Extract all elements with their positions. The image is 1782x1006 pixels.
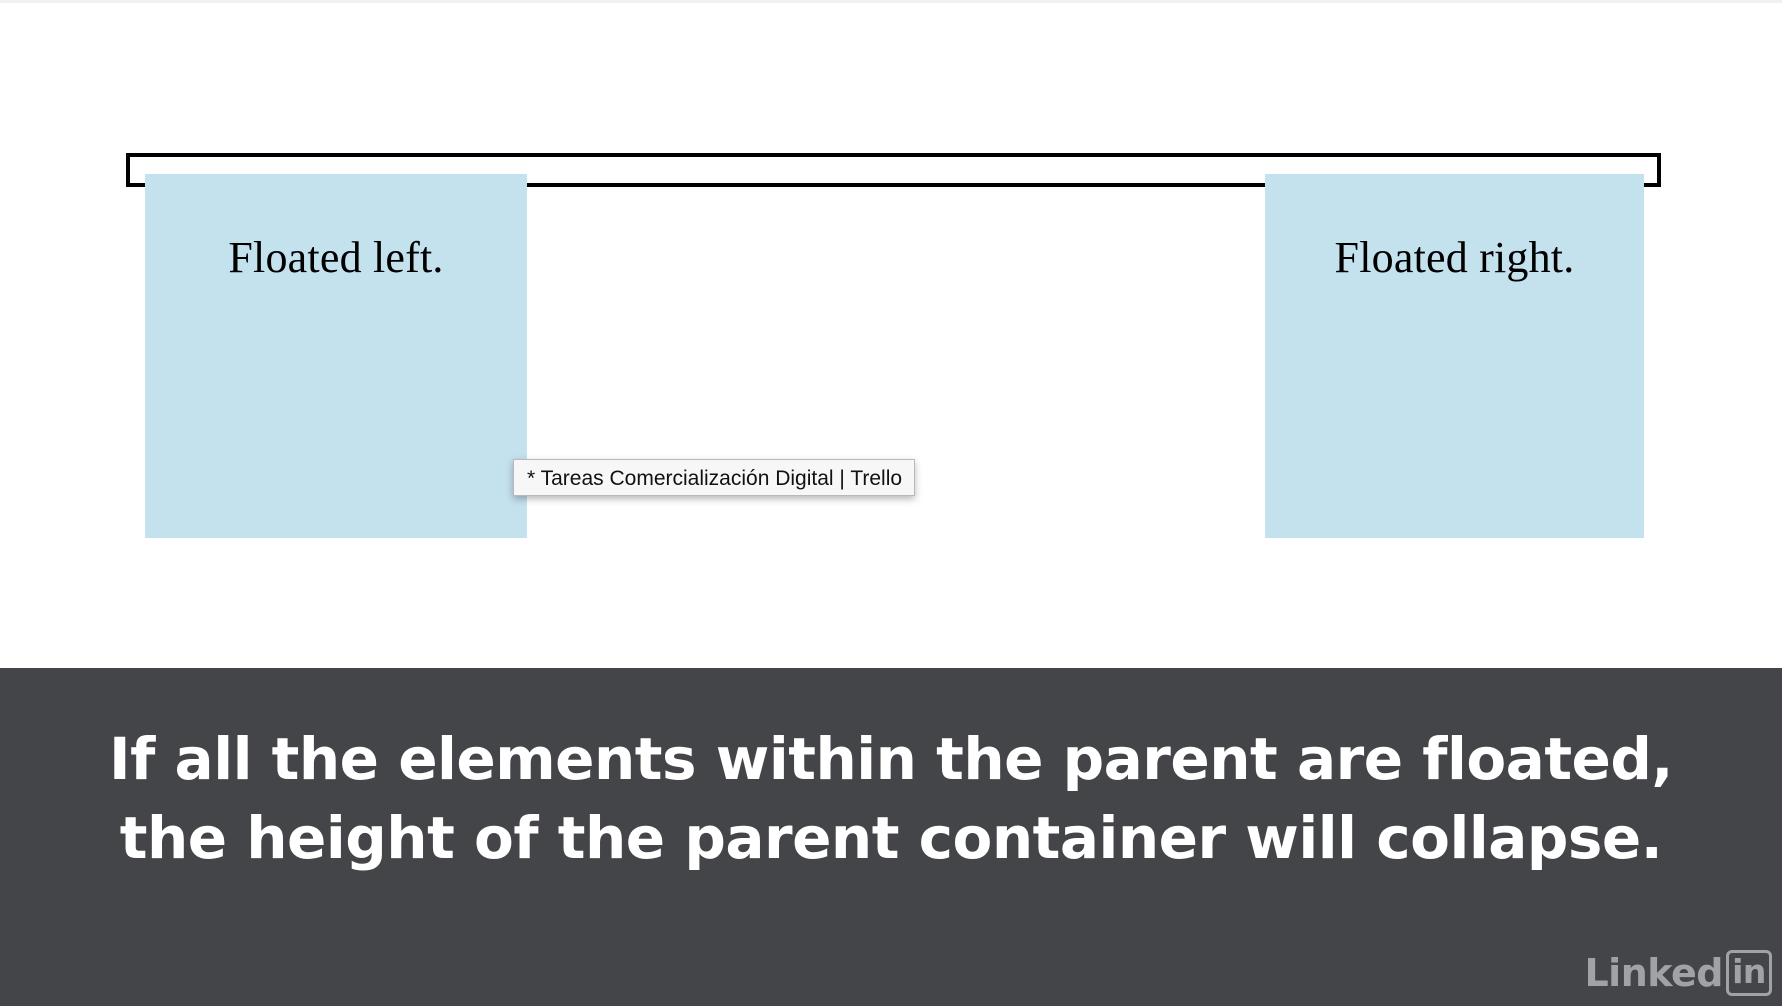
linkedin-in-icon: in (1726, 950, 1772, 996)
caption-line-1: If all the elements within the parent ar… (109, 725, 1673, 793)
linkedin-logo-text: Linked (1584, 951, 1723, 995)
caption-bar: If all the elements within the parent ar… (0, 668, 1782, 1006)
browser-tab-tooltip: * Tareas Comercialización Digital | Trel… (513, 459, 916, 496)
top-edge (0, 0, 1782, 3)
linkedin-logo: Linked in (1584, 950, 1772, 996)
video-frame: Floated left. Floated right. * Tareas Co… (0, 0, 1782, 1006)
caption-text: If all the elements within the parent ar… (0, 720, 1782, 878)
floated-right-label: Floated right. (1334, 233, 1575, 282)
caption-line-2: the height of the parent container will … (119, 804, 1663, 872)
floated-right-box: Floated right. (1265, 174, 1644, 538)
tooltip-text: * Tareas Comercialización Digital | Trel… (527, 467, 903, 490)
floated-left-box: Floated left. (145, 174, 527, 538)
floated-left-label: Floated left. (228, 233, 444, 282)
